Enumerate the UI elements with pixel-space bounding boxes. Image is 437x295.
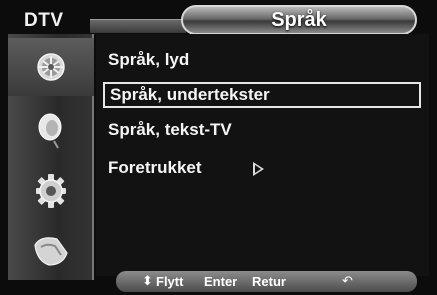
move-hint: Flytt <box>156 274 184 289</box>
satellite-dish-icon <box>37 53 65 81</box>
move-arrows-icon: ⬍ <box>142 274 153 289</box>
menu-item-label: Foretrukket <box>108 158 202 177</box>
return-icon: ↶ <box>342 274 353 289</box>
sidebar <box>8 34 94 280</box>
tv-osd-screen: DTV Språk Språk, lyd Språk, undertekster… <box>0 0 437 295</box>
menu-item-teletext-language[interactable]: Språk, tekst-TV <box>103 118 421 144</box>
menu-item-preferred[interactable]: Foretrukket <box>103 156 421 182</box>
header-band <box>90 19 186 33</box>
title-bar: Språk <box>181 5 417 35</box>
footer-hints: ⬍ Flytt Enter Retur ↶ <box>116 271 417 292</box>
return-hint: Retur <box>252 274 286 289</box>
submenu-arrow-icon <box>253 162 264 176</box>
sidebar-item-picture[interactable] <box>8 38 94 96</box>
menu-item-label: Språk, tekst-TV <box>108 120 232 139</box>
sidebar-item-sound[interactable] <box>8 102 94 160</box>
sidebar-item-input[interactable] <box>8 222 94 280</box>
menu-item-label: Språk, lyd <box>108 50 190 69</box>
enter-hint: Enter <box>204 274 238 289</box>
plug-icon <box>34 237 68 266</box>
menu-item-subtitle-language[interactable]: Språk, undertekster <box>103 82 421 108</box>
menu-panel: Språk, lyd Språk, undertekster Språk, te… <box>96 34 429 276</box>
menu-item-label: Språk, undertekster <box>110 85 270 104</box>
menu-title: Språk <box>271 9 327 31</box>
sidebar-item-setup[interactable] <box>8 162 94 220</box>
gear-icon <box>36 174 66 208</box>
mode-label: DTV <box>24 10 64 31</box>
menu-item-audio-language[interactable]: Språk, lyd <box>103 48 421 74</box>
speaker-icon <box>38 113 62 149</box>
